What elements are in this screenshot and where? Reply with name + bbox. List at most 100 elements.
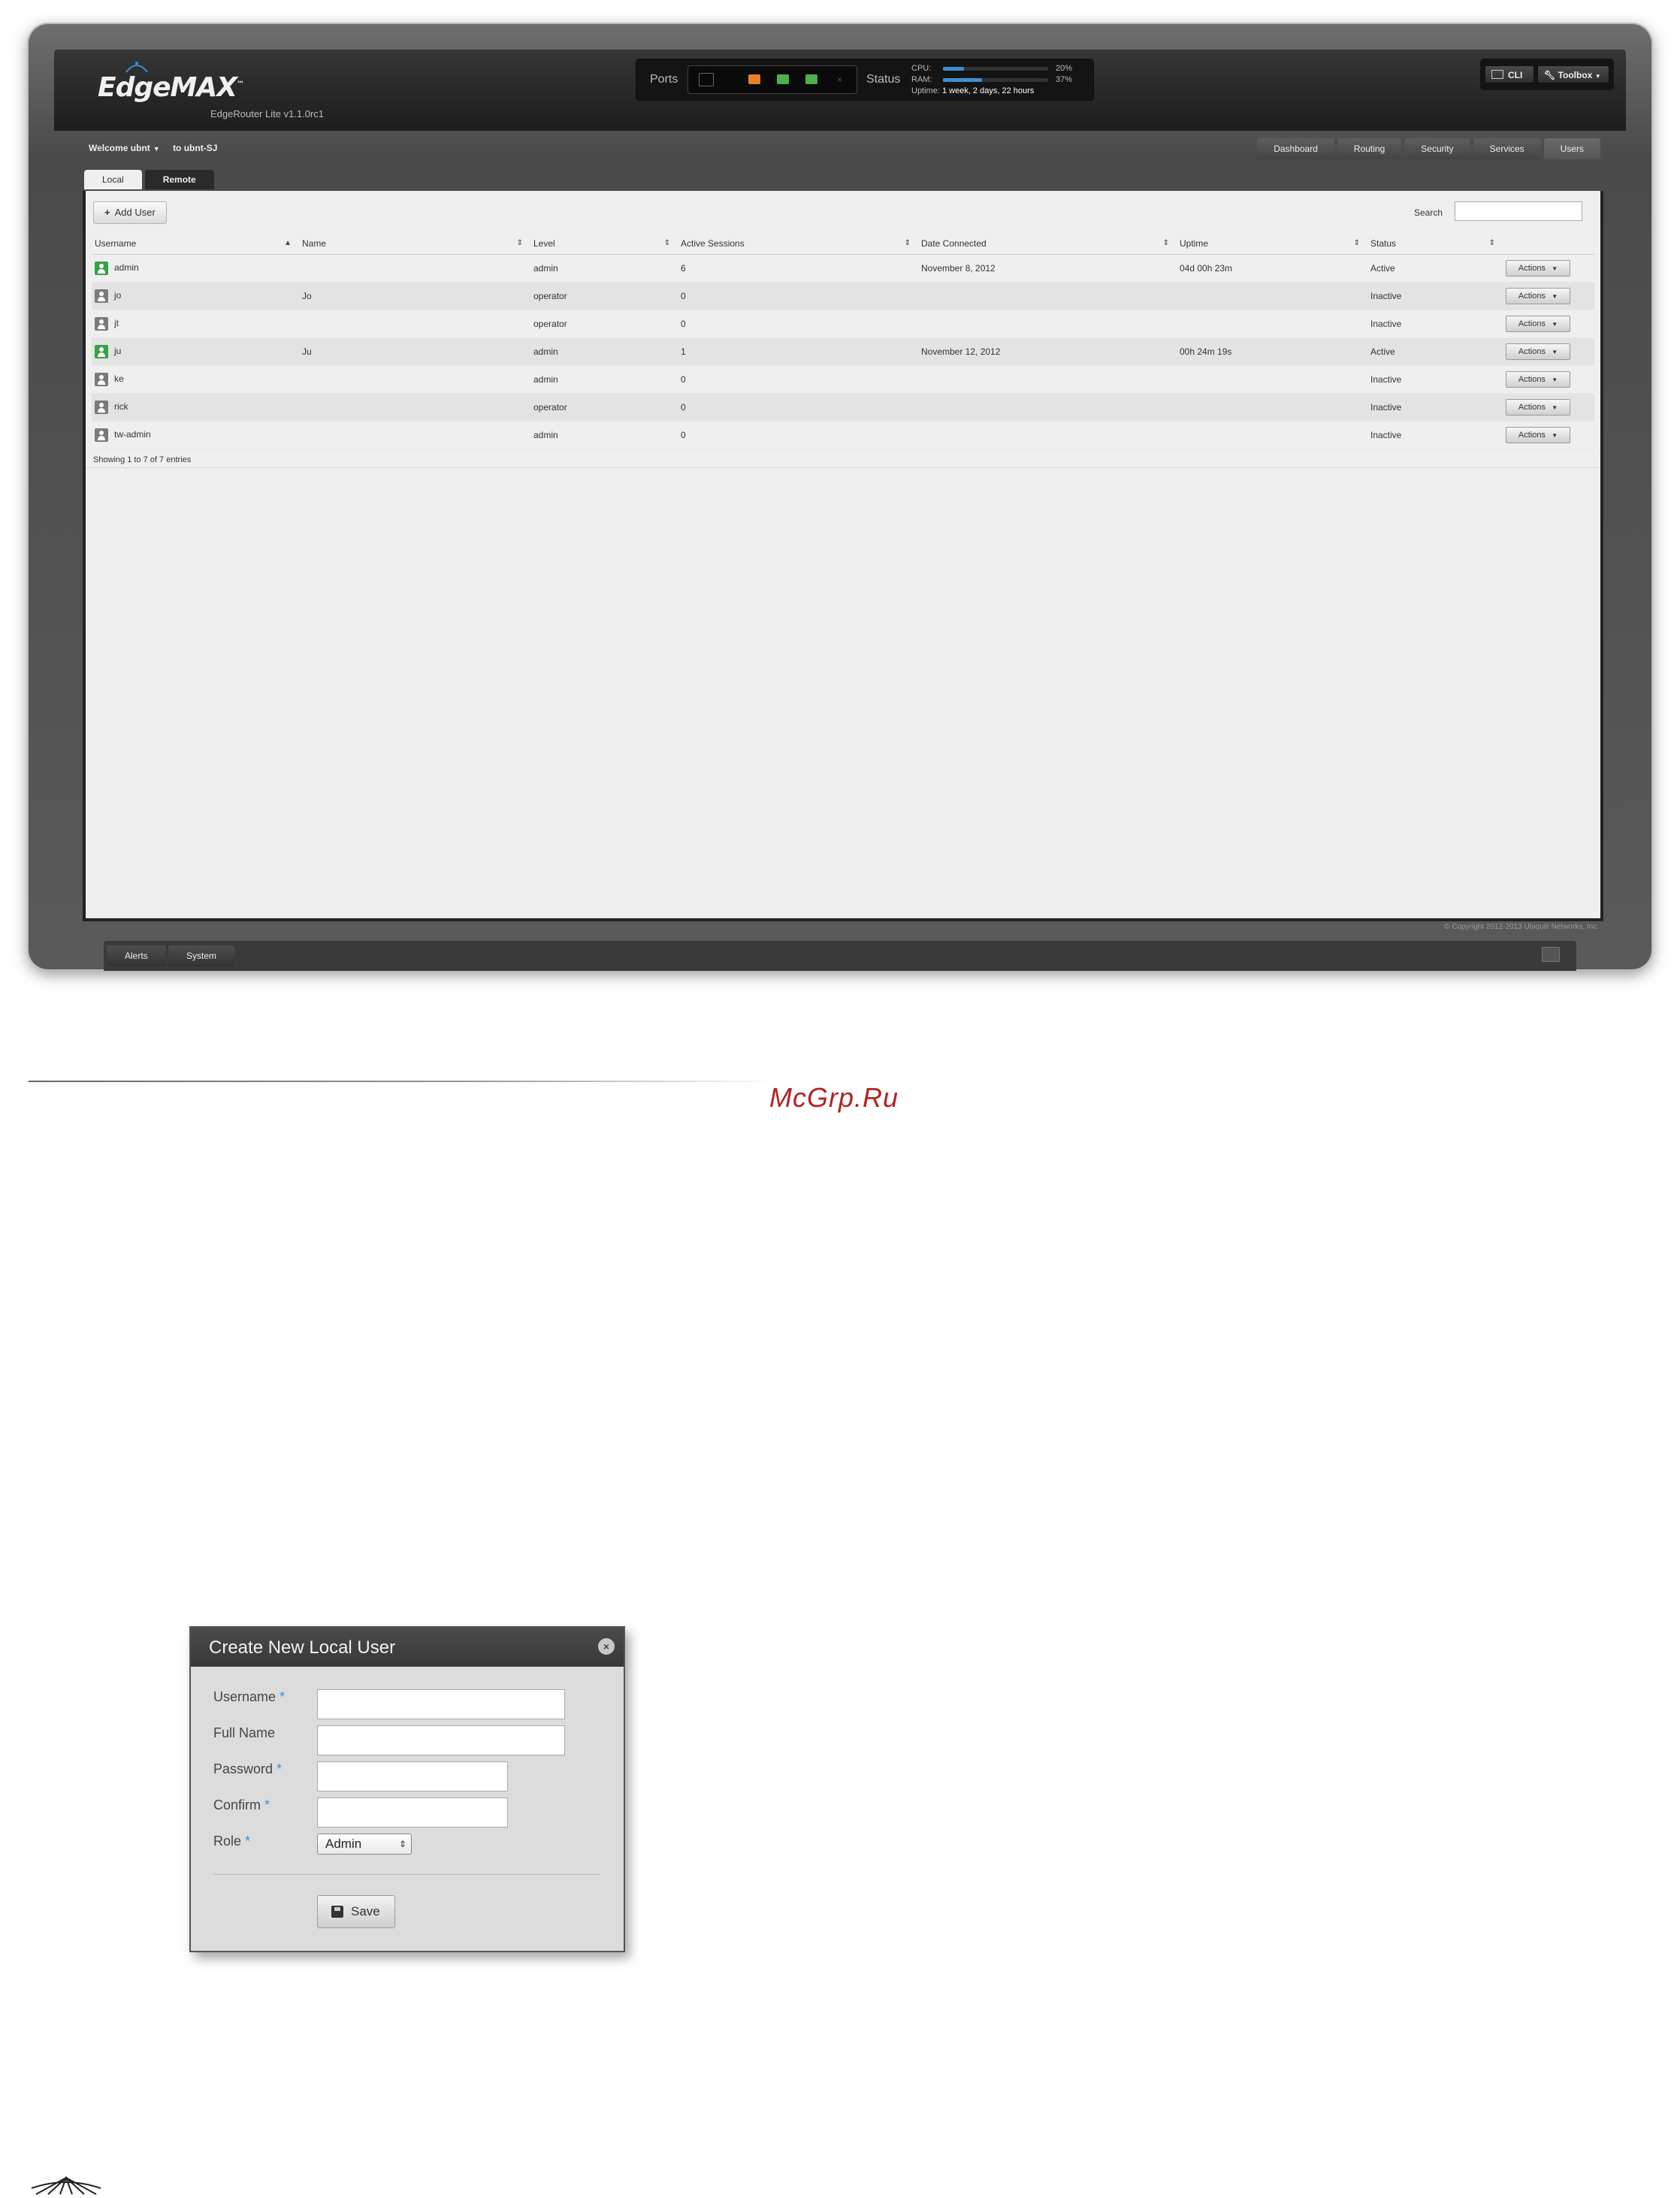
actions-button[interactable]: Actions ▼	[1506, 371, 1570, 388]
actions-label[interactable]: Actions	[1518, 431, 1546, 440]
users-table: Username ▲ Name ⇕ Level ⇕ Active Sessions ⇕ …	[92, 233, 1594, 449]
caret-down-icon: ▼	[1549, 432, 1558, 439]
sort-icon[interactable]: ⇕	[1354, 239, 1360, 247]
caret-down-icon[interactable]: ▼	[153, 145, 160, 153]
user-menu[interactable]: Welcome ubnt	[89, 143, 150, 153]
sub-tabs: Local Remote	[84, 170, 214, 189]
actions-button[interactable]: Actions ▼	[1506, 399, 1570, 416]
cell-status-text: Inactive	[1370, 374, 1402, 385]
actions-button[interactable]: Actions ▼	[1506, 260, 1570, 277]
table-row[interactable]: admin admin 6 November 8, 2012 04d 00h 23m Ac…	[92, 254, 1594, 283]
cell-date-text: November 8, 2012	[921, 263, 996, 274]
tab-system[interactable]: System	[168, 945, 235, 966]
tab-routing[interactable]: Routing	[1337, 138, 1402, 159]
ubiquiti-logo	[31, 2175, 101, 2195]
cell-level-text: admin	[533, 346, 558, 357]
cell-uptime	[1177, 282, 1367, 310]
confirm-password-field[interactable]	[317, 1797, 508, 1828]
sort-icon[interactable]: ⇕	[905, 239, 911, 247]
sort-icon[interactable]: ⇕	[1163, 239, 1169, 247]
table-row[interactable]: tw-admin admin 0 Inactive Actions ▼	[92, 421, 1594, 449]
tab-remote[interactable]: Remote	[144, 170, 214, 189]
actions-button[interactable]: Actions ▼	[1506, 288, 1570, 304]
add-user-button[interactable]: + Add User	[93, 201, 167, 224]
cpu-label: CPU:	[911, 64, 932, 73]
tab-dashboard[interactable]: Dashboard	[1257, 138, 1334, 159]
actions-button[interactable]: Actions ▼	[1506, 343, 1570, 360]
password-field[interactable]	[317, 1761, 508, 1791]
cell-date: November 12, 2012	[918, 337, 1177, 366]
dialog-title: Create New Local User	[209, 1637, 396, 1658]
router-hostname: to ubnt-SJ	[173, 143, 218, 153]
cell-name	[299, 365, 530, 394]
cell-level-text: admin	[533, 374, 558, 385]
section-rule	[29, 1081, 780, 1082]
table-row[interactable]: ju Ju admin 1 November 12, 2012 00h 24m 19s Ac…	[92, 337, 1594, 366]
table-row[interactable]: rick operator 0 Inactive Actions ▼	[92, 393, 1594, 422]
cell-level-text: admin	[533, 263, 558, 274]
col-username[interactable]: Username ▲	[92, 233, 299, 255]
tab-users[interactable]: Users	[1543, 138, 1600, 159]
expand-panel-button[interactable]	[1542, 947, 1560, 962]
role-select[interactable]: Admin ⇕	[317, 1834, 412, 1855]
tool-panel: CLI 🔧︎ Toolbox ▼	[1480, 59, 1614, 90]
actions-label[interactable]: Actions	[1518, 264, 1546, 273]
port-disabled-icon: ×	[837, 74, 843, 85]
actions-label[interactable]: Actions	[1518, 375, 1546, 384]
cell-sessions: 0	[678, 365, 918, 394]
caret-down-icon: ▼	[1549, 349, 1558, 355]
cell-status-text: Inactive	[1370, 402, 1402, 413]
cell-name-text: Ju	[302, 346, 312, 357]
actions-label[interactable]: Actions	[1518, 403, 1546, 412]
actions-label[interactable]: Actions	[1518, 292, 1546, 301]
divider	[86, 467, 1600, 468]
caret-down-icon: ▼	[1549, 265, 1558, 272]
sort-icon[interactable]: ⇕	[664, 239, 670, 247]
cpu-bar-fill	[943, 67, 964, 71]
col-status[interactable]: Status ⇕	[1367, 233, 1503, 255]
tab-services[interactable]: Services	[1473, 138, 1541, 159]
actions-button[interactable]: Actions ▼	[1506, 427, 1570, 443]
cell-username-text: ke	[114, 373, 124, 385]
fullname-field[interactable]	[317, 1725, 565, 1755]
caret-down-icon: ▼	[1549, 321, 1558, 328]
col-uptime[interactable]: Uptime ⇕	[1177, 233, 1367, 255]
sort-icon[interactable]: ⇕	[517, 239, 523, 247]
col-level[interactable]: Level ⇕	[530, 233, 678, 255]
ports-box: ×	[687, 65, 857, 94]
cell-uptime-text: 00h 24m 19s	[1180, 346, 1232, 357]
cell-level: operator	[530, 282, 678, 310]
actions-label[interactable]: Actions	[1518, 319, 1546, 328]
close-icon[interactable]: ×	[598, 1638, 615, 1655]
username-field[interactable]	[317, 1689, 565, 1719]
cell-level-text: operator	[533, 319, 567, 329]
tab-alerts[interactable]: Alerts	[107, 945, 166, 966]
sort-icon[interactable]: ⇕	[1489, 239, 1495, 247]
cell-level: admin	[530, 365, 678, 394]
search-input[interactable]	[1455, 201, 1582, 221]
cell-status-text: Inactive	[1370, 430, 1402, 440]
table-row[interactable]: ke admin 0 Inactive Actions ▼	[92, 365, 1594, 394]
cell-status: Inactive	[1367, 393, 1503, 422]
cli-button[interactable]: CLI	[1485, 65, 1534, 83]
col-active-sessions[interactable]: Active Sessions ⇕	[678, 233, 918, 255]
port-eth1-icon[interactable]	[777, 74, 789, 84]
tab-security[interactable]: Security	[1404, 138, 1470, 159]
table-row[interactable]: jo Jo operator 0 Inactive Actions ▼	[92, 282, 1594, 310]
port-eth2-icon[interactable]	[805, 74, 817, 84]
col-date-connected[interactable]: Date Connected ⇕	[918, 233, 1177, 255]
toolbox-button[interactable]: 🔧︎ Toolbox ▼	[1537, 65, 1609, 83]
actions-button[interactable]: Actions ▼	[1506, 316, 1570, 332]
cell-actions: Actions ▼	[1503, 421, 1594, 449]
col-name[interactable]: Name ⇕	[299, 233, 530, 255]
sort-asc-icon[interactable]: ▲	[284, 239, 292, 247]
port-eth0-icon[interactable]	[748, 74, 760, 84]
cell-date-text: November 12, 2012	[921, 346, 1001, 357]
save-button[interactable]: Save	[317, 1895, 395, 1928]
tab-local[interactable]: Local	[84, 170, 142, 189]
copyright: © Copyright 2012-2013 Ubiquiti Networks,…	[1444, 923, 1599, 931]
actions-label[interactable]: Actions	[1518, 347, 1546, 356]
table-row[interactable]: jt operator 0 Inactive Actions ▼	[92, 310, 1594, 338]
port-eth-icon[interactable]	[699, 73, 714, 86]
cell-actions: Actions ▼	[1503, 282, 1594, 310]
